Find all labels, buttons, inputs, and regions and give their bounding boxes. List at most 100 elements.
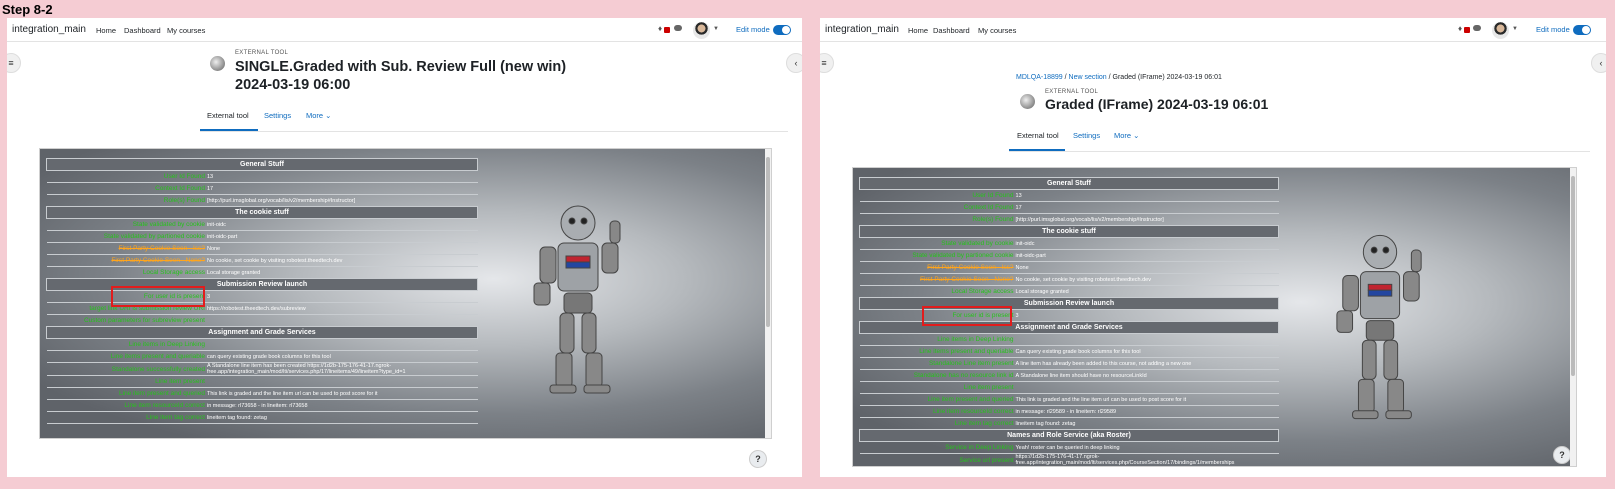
bell-icon[interactable]: ♦ xyxy=(1458,24,1462,33)
chevron-down-icon[interactable]: ▼ xyxy=(1512,26,1518,32)
notification-badge-icon xyxy=(664,27,670,33)
table-row: Custom parameters for subreview present xyxy=(46,314,478,327)
table-row: State validated by cookie init-oidc xyxy=(46,218,478,231)
check-label: First Party Cookie Seen - None? xyxy=(859,273,1015,286)
step-label: Step 8-2 xyxy=(2,2,53,17)
check-label: Line item resourceId correct xyxy=(859,405,1015,418)
check-label: Context Id Found xyxy=(859,201,1015,214)
table-row: Local Storage access Local storage grante… xyxy=(46,266,478,279)
edit-mode-toggle[interactable] xyxy=(773,25,791,35)
section-title: General Stuff xyxy=(46,158,478,171)
check-value: No cookie, set cookie by visiting robote… xyxy=(1014,273,1279,286)
bell-icon[interactable]: ♦ xyxy=(658,24,662,33)
navbar: integration_main Home Dashboard My cours… xyxy=(820,18,1606,42)
chat-icon[interactable] xyxy=(1473,25,1481,31)
tool-icon xyxy=(1020,94,1035,109)
open-course-index-button[interactable]: ≡ xyxy=(7,53,21,73)
table-row: Standalone has no resource link id A Stan… xyxy=(859,369,1279,382)
section-title: General Stuff xyxy=(859,177,1279,190)
check-label: Line items present and queriable xyxy=(46,350,206,363)
chat-icon[interactable] xyxy=(674,25,682,31)
check-value: 17 xyxy=(205,182,478,195)
check-value xyxy=(205,338,478,351)
check-label: Line items in Deep Linking xyxy=(46,338,206,351)
check-value xyxy=(205,314,478,327)
check-label: State validated by partioned cookie xyxy=(859,249,1015,262)
check-label: Line item present xyxy=(859,381,1015,394)
section-header-row: General Stuff xyxy=(46,158,478,171)
check-value: No cookie, set cookie by visiting robote… xyxy=(205,254,478,267)
tab-more[interactable]: More ⌄ xyxy=(1114,131,1139,140)
help-button[interactable]: ? xyxy=(1553,446,1571,464)
check-label: First Party Cookie Seen - Iss? xyxy=(859,261,1015,274)
open-block-drawer-button[interactable]: ‹ xyxy=(786,53,802,73)
check-value: A Standalone line item has been created … xyxy=(205,362,478,376)
table-row: First Party Cookie Seen - None? No cookie… xyxy=(859,273,1279,286)
check-value: This link is graded and the line item ur… xyxy=(205,387,478,400)
check-value: can query existing grade book columns fo… xyxy=(205,350,478,363)
table-row: Line items in Deep Linking xyxy=(859,333,1279,346)
edit-mode-label: Edit mode xyxy=(736,25,770,34)
robot-image xyxy=(533,205,621,394)
check-value: lineitem tag found: zetag xyxy=(1014,417,1279,430)
check-label: State validated by partioned cookie xyxy=(46,230,206,243)
check-value: [http://purl.imsglobal.org/vocab/lis/v2/… xyxy=(205,194,478,207)
table-row: Service url present https://1d2b-175-176-… xyxy=(859,453,1279,466)
iframe-scrollbar[interactable] xyxy=(765,149,771,438)
iframe-scrollbar[interactable] xyxy=(1570,168,1576,466)
avatar[interactable] xyxy=(693,22,710,39)
check-label: Line item present and queried xyxy=(859,393,1015,406)
nav-home[interactable]: Home xyxy=(96,26,116,35)
check-value: in message: rl73658 - in lineitem: rl736… xyxy=(205,399,478,412)
table-row: Line items in Deep Linking xyxy=(46,338,478,351)
tab-more[interactable]: More ⌄ xyxy=(306,111,331,120)
highlight-box xyxy=(111,286,205,307)
table-row: Role(s) Found [http://purl.imsglobal.org/… xyxy=(859,213,1279,226)
tab-external-tool[interactable]: External tool xyxy=(207,111,249,120)
check-value xyxy=(1014,381,1279,394)
nav-dashboard[interactable]: Dashboard xyxy=(933,26,970,35)
table-row: User Id Found 13 xyxy=(859,189,1279,202)
robot-image xyxy=(1336,234,1422,420)
table-row: Line item present and queried This link i… xyxy=(46,387,478,400)
avatar[interactable] xyxy=(1492,22,1509,39)
section-header-row: Names and Role Service (aka Roster) xyxy=(859,429,1279,442)
tab-settings[interactable]: Settings xyxy=(1073,131,1100,140)
section-title: The cookie stuff xyxy=(859,225,1279,238)
open-block-drawer-button[interactable]: ‹ xyxy=(1591,53,1606,73)
page-title: Graded (IFrame) 2024-03-19 06:01 xyxy=(1045,96,1268,114)
check-value: init-oidc xyxy=(1014,237,1279,250)
table-row: Local Storage access Local storage grante… xyxy=(859,285,1279,298)
breadcrumb-course[interactable]: MDLQA-18899 xyxy=(1016,74,1063,81)
section-title: Names and Role Service (aka Roster) xyxy=(859,429,1279,442)
table-row: State validated by cookie init-oidc xyxy=(859,237,1279,250)
table-row: Line item tag correct lineitem tag found:… xyxy=(859,417,1279,430)
check-label: Line items present and queriable xyxy=(859,345,1015,358)
chevron-down-icon[interactable]: ▼ xyxy=(713,26,719,32)
nav-dashboard[interactable]: Dashboard xyxy=(124,26,161,35)
breadcrumb-section[interactable]: New section xyxy=(1069,74,1107,81)
open-course-index-button[interactable]: ≡ xyxy=(820,53,834,73)
notification-badge-icon xyxy=(1464,27,1470,33)
nav-home[interactable]: Home xyxy=(908,26,928,35)
check-label: User Id Found xyxy=(859,189,1015,202)
table-row: First Party Cookie Seen - Iss? None xyxy=(46,242,478,255)
tab-settings[interactable]: Settings xyxy=(264,111,291,120)
edit-mode-toggle[interactable] xyxy=(1573,25,1591,35)
site-name[interactable]: integration_main xyxy=(12,24,86,35)
check-label: Line item tag correct xyxy=(46,411,206,424)
nav-my-courses[interactable]: My courses xyxy=(978,26,1016,35)
tab-external-tool[interactable]: External tool xyxy=(1017,131,1059,140)
check-value: in message: rl29589 - in lineitem: rl295… xyxy=(1014,405,1279,418)
edit-mode-label: Edit mode xyxy=(1536,25,1570,34)
nav-my-courses[interactable]: My courses xyxy=(167,26,205,35)
help-button[interactable]: ? xyxy=(749,450,767,468)
check-value xyxy=(205,375,478,388)
check-label: First Party Cookie Seen - None? xyxy=(46,254,206,267)
check-value: 17 xyxy=(1014,201,1279,214)
check-value: [http://purl.imsglobal.org/vocab/lis/v2/… xyxy=(1014,213,1279,226)
tabs-divider xyxy=(1009,151,1590,152)
table-row: Standalone Line item present A line item … xyxy=(859,357,1279,370)
check-label: Line item resourceId correct xyxy=(46,399,206,412)
site-name[interactable]: integration_main xyxy=(825,24,899,35)
